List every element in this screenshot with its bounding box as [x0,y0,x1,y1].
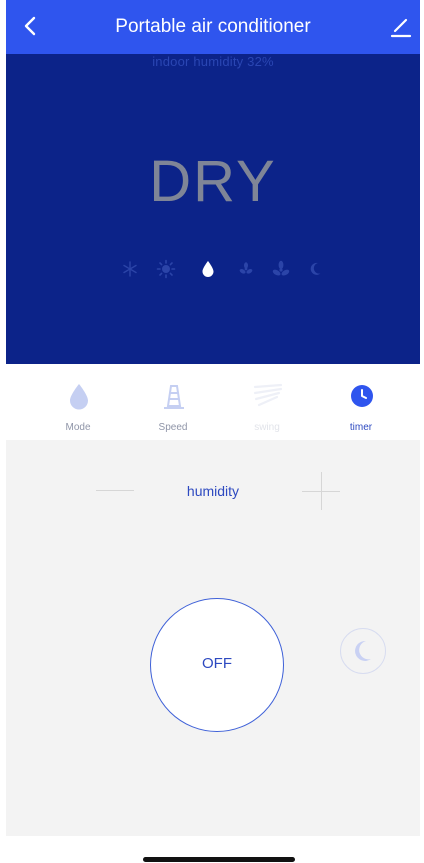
moon-icon [355,640,371,661]
mode-indicator-row [120,259,321,283]
pencil-icon [390,18,412,38]
function-tab-bar: Mode Speed swing timer [6,364,420,440]
tab-swing[interactable]: swing [222,364,312,440]
status-display: indoor humidity 32% DRY [6,54,420,364]
parameter-label: humidity [186,483,240,499]
control-panel: humidity OFF [6,440,420,836]
fan-small-icon [236,259,256,279]
fan-large-icon [270,259,290,279]
tab-mode[interactable]: Mode [33,364,123,440]
sleep-button[interactable] [340,628,386,674]
current-mode-text: DRY [149,149,277,214]
indoor-humidity-readout: indoor humidity 32% [152,54,274,69]
tab-timer-label: timer [349,422,373,433]
tab-mode-label: Mode [65,422,91,433]
page-title: Portable air conditioner [115,16,311,37]
tab-swing-label: swing [254,422,280,433]
tab-speed-label: Speed [158,422,188,433]
snowflake-icon [120,259,140,279]
edit-button[interactable] [388,14,414,40]
moon-icon [306,259,326,279]
sun-icon [156,259,176,279]
tab-timer[interactable]: timer [316,364,406,440]
app-screen: Portable air conditioner indoor humidity… [0,0,424,863]
header-bar: Portable air conditioner [6,0,420,54]
increase-button[interactable] [302,472,340,510]
water-drop-icon [66,382,92,410]
tab-speed[interactable]: Speed [128,364,218,440]
swing-icon [253,382,283,410]
power-button[interactable]: OFF [150,598,284,732]
clock-icon [349,382,375,410]
speed-icon [161,382,187,410]
power-button-label: OFF [202,655,232,672]
water-drop-icon [198,259,218,279]
home-indicator[interactable] [143,857,295,862]
